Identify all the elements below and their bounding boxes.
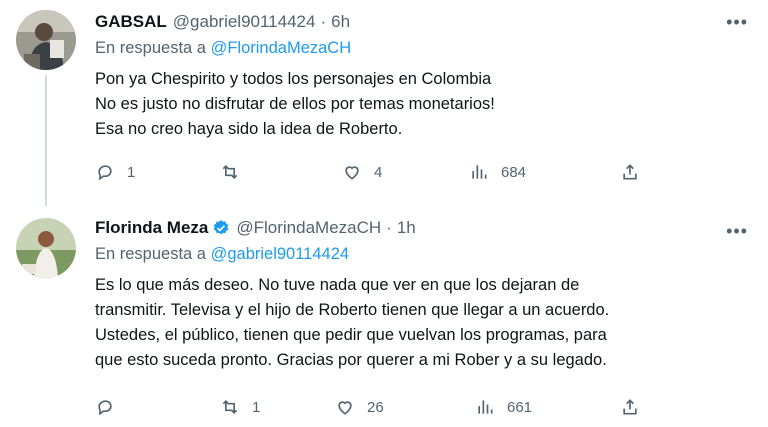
heart-icon [338, 401, 352, 415]
retweet-icon [222, 399, 238, 415]
display-name[interactable]: Florinda Meza [95, 218, 208, 238]
reply-context: En respuesta a @FlorindaMezaCH [95, 39, 748, 58]
separator-dot: · [320, 12, 327, 31]
user-handle[interactable]: @gabriel90114424 [173, 12, 316, 32]
display-name[interactable]: GABSAL [95, 12, 167, 32]
tweet-text-line: Esa no creo haya sido la idea de Roberto… [95, 120, 403, 138]
timestamp[interactable]: 6h [331, 12, 350, 32]
views-count: 684 [501, 163, 527, 181]
reply-icon [98, 165, 112, 181]
views-icon [472, 165, 487, 179]
like-count: 26 [367, 398, 384, 416]
user-handle[interactable]: @FlorindaMezaCH [236, 218, 381, 238]
reply-button[interactable]: 1 [95, 162, 135, 182]
share-icon [623, 399, 637, 415]
retweet-icon [222, 164, 238, 180]
tweet-text: Es lo que más deseo. No tuve nada que ve… [95, 273, 748, 373]
tweet-text-line: transmitir. Televisa y el hijo de Robert… [95, 301, 610, 319]
tweet-text-line: No es justo no disfrutar de ellos por te… [95, 95, 495, 113]
reply-prefix: En respuesta a [95, 39, 206, 57]
tweet-header: GABSAL @gabriel90114424 · 6h [95, 12, 748, 32]
tweet-text-line: Ustedes, el público, tienen que pedir qu… [95, 326, 607, 344]
share-button[interactable] [620, 397, 640, 417]
like-button[interactable]: 26 [335, 397, 384, 417]
tweet-text-line: que esto suceda pronto. Gracias por quer… [95, 351, 607, 369]
retweet-button[interactable] [220, 162, 252, 182]
views-count: 661 [507, 398, 533, 416]
tweet-actions: 1 26 661 [95, 395, 655, 419]
more-icon[interactable]: ••• [726, 12, 748, 33]
reply-mention[interactable]: @FlorindaMezaCH [211, 39, 352, 57]
avatar-florinda[interactable] [16, 218, 76, 278]
tweet-text: Pon ya Chespirito y todos los personajes… [95, 67, 748, 142]
reply-context: En respuesta a @gabriel90114424 [95, 245, 748, 264]
retweet-count: 1 [252, 398, 261, 416]
reply-prefix: En respuesta a [95, 245, 206, 263]
views-icon [478, 400, 493, 414]
more-icon[interactable]: ••• [726, 221, 748, 242]
tweet-text-line: Es lo que más deseo. No tuve nada que ve… [95, 276, 580, 294]
views-button[interactable]: 661 [475, 397, 532, 417]
heart-icon [345, 166, 359, 180]
tweet-actions: 1 4 684 [95, 160, 655, 184]
tweet-gabsal[interactable]: GABSAL @gabriel90114424 · 6h En respuest… [0, 0, 768, 206]
reply-button[interactable] [95, 397, 127, 417]
reply-count: 1 [127, 163, 136, 181]
retweet-button[interactable]: 1 [220, 397, 260, 417]
tweet-header: Florinda Meza @FlorindaMezaCH · 1h [95, 218, 748, 238]
like-count: 4 [374, 163, 383, 181]
reply-icon [98, 400, 112, 416]
share-icon [623, 164, 637, 180]
reply-mention[interactable]: @gabriel90114424 [211, 245, 349, 263]
tweet-florinda[interactable]: Florinda Meza @FlorindaMezaCH · 1h En re… [0, 206, 768, 427]
separator-dot: · [386, 218, 392, 237]
thread-line [45, 75, 47, 206]
timestamp[interactable]: 1h [397, 218, 416, 238]
avatar-gabsal[interactable] [16, 10, 76, 70]
tweet-text-line: Pon ya Chespirito y todos los personajes… [95, 70, 492, 88]
verified-badge-icon [214, 220, 229, 235]
views-button[interactable]: 684 [469, 162, 526, 182]
like-button[interactable]: 4 [342, 162, 382, 182]
share-button[interactable] [620, 162, 640, 182]
